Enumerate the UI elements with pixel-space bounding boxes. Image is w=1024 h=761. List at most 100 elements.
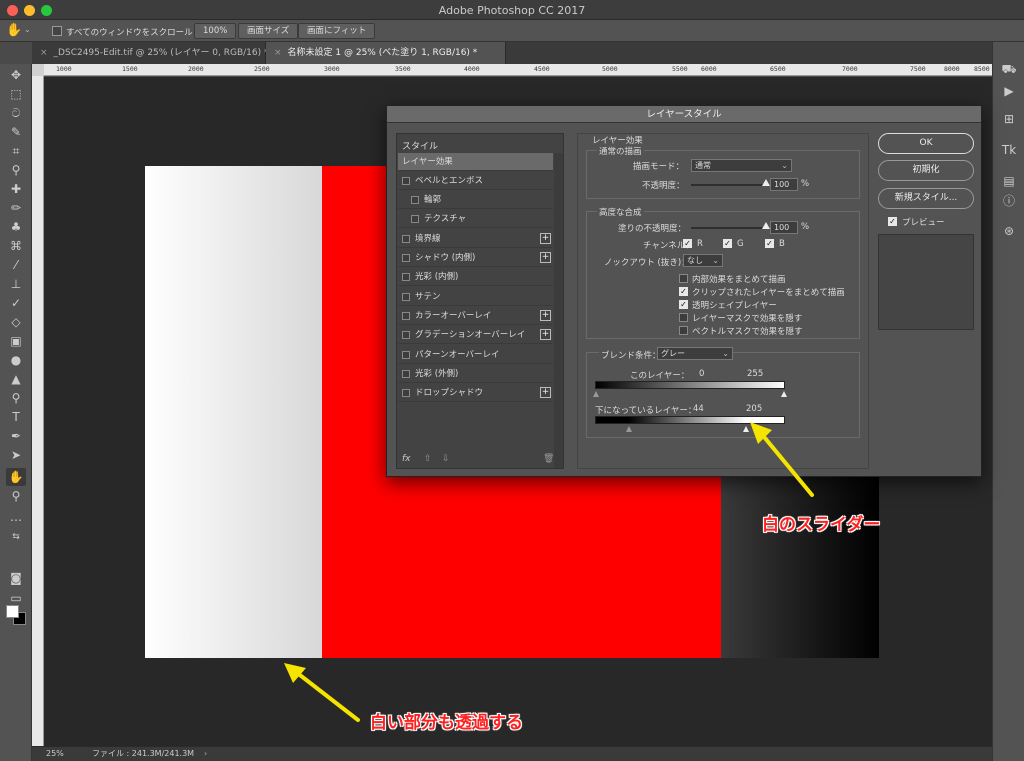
eyedropper-tool-icon[interactable]: ⚲ xyxy=(6,161,26,179)
channel-b-checkbox[interactable]: ✓ xyxy=(765,239,774,248)
style-checkbox[interactable] xyxy=(402,254,410,262)
pen-tool-icon[interactable]: ✒ xyxy=(6,427,26,445)
screen-mode-icon[interactable]: ▭ xyxy=(6,589,26,607)
style-checkbox[interactable] xyxy=(402,389,410,397)
add-effect-plus-icon[interactable]: + xyxy=(540,329,551,340)
style-checkbox[interactable] xyxy=(402,370,410,378)
style-checkbox[interactable] xyxy=(411,215,419,223)
style-item-satin[interactable]: サテン xyxy=(398,288,553,306)
hand-tool-icon[interactable]: ✋ xyxy=(6,23,22,38)
trash-icon[interactable]: 🗑 xyxy=(543,454,554,464)
info-panel-icon[interactable]: ⓘ xyxy=(999,192,1019,210)
style-item-gradient-overlay[interactable]: グラデーションオーバーレイ + xyxy=(398,326,553,344)
add-effect-plus-icon[interactable]: + xyxy=(540,233,551,244)
add-effect-plus-icon[interactable]: + xyxy=(540,310,551,321)
reset-button[interactable]: 初期化 xyxy=(878,160,974,181)
move-up-icon[interactable]: ⇧ xyxy=(424,454,432,464)
new-style-button[interactable]: 新規スタイル... xyxy=(878,188,974,209)
style-checkbox[interactable] xyxy=(402,293,410,301)
brush-settings-icon[interactable]: ⊛ xyxy=(999,222,1019,240)
tool-preset-chevron-icon[interactable]: ⌄ xyxy=(24,25,31,34)
blend-interior-checkbox[interactable] xyxy=(679,274,688,283)
actions-play-icon[interactable]: ▶ xyxy=(999,82,1019,100)
style-item-inner-shadow[interactable]: シャドウ (内側) + xyxy=(398,249,553,267)
opacity-input[interactable]: 100 xyxy=(770,178,798,191)
dodge-tool-icon[interactable]: ▲ xyxy=(6,370,26,388)
fit-screen-button[interactable]: 画面にフィット xyxy=(298,23,376,39)
clone-stamp-tool-icon[interactable]: ♣ xyxy=(6,218,26,236)
scroll-all-windows-checkbox[interactable] xyxy=(52,26,62,36)
style-checkbox[interactable] xyxy=(402,312,410,320)
brush-tool-icon[interactable]: ✏ xyxy=(6,199,26,217)
fill-opacity-input[interactable]: 100 xyxy=(770,221,798,234)
ok-button[interactable]: OK xyxy=(878,133,974,154)
fx-menu-icon[interactable]: fx xyxy=(402,454,411,464)
fill-opacity-slider-track[interactable] xyxy=(691,227,767,229)
healing-brush-tool-icon[interactable]: ✚ xyxy=(6,180,26,198)
style-list-scrollbar[interactable] xyxy=(554,153,563,468)
style-item-color-overlay[interactable]: カラーオーバーレイ + xyxy=(398,307,553,325)
gradient-tool-icon[interactable]: ▣ xyxy=(6,332,26,350)
add-effect-plus-icon[interactable]: + xyxy=(540,387,551,398)
add-effect-plus-icon[interactable]: + xyxy=(540,252,551,263)
fill-opacity-slider-knob[interactable] xyxy=(762,222,770,229)
properties-panel-icon[interactable]: ▤ xyxy=(999,172,1019,190)
style-item-stroke[interactable]: 境界線 + xyxy=(398,230,553,248)
this-layer-black-slider[interactable] xyxy=(593,391,599,397)
underlying-white-slider[interactable] xyxy=(743,426,749,432)
fit-screen-size-button[interactable]: 画面サイズ xyxy=(238,23,299,39)
lasso-tool-icon[interactable]: ට xyxy=(6,104,26,122)
swap-colors-icon[interactable]: ⇆ xyxy=(6,528,26,546)
close-tab-icon[interactable]: × xyxy=(40,48,48,58)
blend-mode-select[interactable]: 通常 ⌄ xyxy=(691,159,792,172)
channel-g-checkbox[interactable]: ✓ xyxy=(723,239,732,248)
style-item-inner-glow[interactable]: 光彩 (内側) xyxy=(398,268,553,286)
quick-mask-icon[interactable]: ◙ xyxy=(6,569,26,587)
status-menu-chevron-icon[interactable]: › xyxy=(204,747,207,761)
pen-search-tool-icon[interactable]: ⚲ xyxy=(6,389,26,407)
move-tool-icon[interactable]: ✥ xyxy=(6,66,26,84)
move-down-icon[interactable]: ⇩ xyxy=(442,454,450,464)
this-layer-white-slider[interactable] xyxy=(781,391,787,397)
eraser-tool-icon[interactable]: ◇ xyxy=(6,313,26,331)
style-checkbox[interactable] xyxy=(402,177,410,185)
style-checkbox[interactable] xyxy=(402,235,410,243)
quick-select-tool-icon[interactable]: ✎ xyxy=(6,123,26,141)
underlying-black-slider[interactable] xyxy=(626,426,632,432)
style-item-pattern-overlay[interactable]: パターンオーバーレイ xyxy=(398,346,553,364)
stamp-tool-icon[interactable]: ⊥ xyxy=(6,275,26,293)
marquee-tool-icon[interactable]: ⬚ xyxy=(6,85,26,103)
blend-if-select[interactable]: グレー ⌄ xyxy=(657,347,733,360)
close-tab-icon[interactable]: × xyxy=(274,48,282,58)
knockout-select[interactable]: なし ⌄ xyxy=(683,254,723,267)
style-checkbox[interactable] xyxy=(402,331,410,339)
ruler-origin[interactable] xyxy=(32,64,44,76)
brush-tool-icon[interactable]: ⁄ xyxy=(6,256,26,274)
zoom-100-button[interactable]: 100% xyxy=(194,23,237,39)
style-checkbox[interactable] xyxy=(402,351,410,359)
style-checkbox[interactable] xyxy=(402,273,410,281)
blend-clipped-checkbox[interactable]: ✓ xyxy=(679,287,688,296)
type-tool-icon[interactable]: T xyxy=(6,408,26,426)
tab-dsc2495[interactable]: × _DSC2495-Edit.tif @ 25% (レイヤー 0, RGB/16… xyxy=(32,42,269,64)
style-item-layer-effects[interactable]: レイヤー効果 xyxy=(398,153,553,171)
style-checkbox[interactable] xyxy=(411,196,419,204)
style-item-drop-shadow[interactable]: ドロップシャドウ + xyxy=(398,384,553,402)
opacity-slider-track[interactable] xyxy=(691,184,767,186)
transparency-shapes-checkbox[interactable]: ✓ xyxy=(679,300,688,309)
preview-checkbox[interactable]: ✓ xyxy=(888,217,897,226)
vector-mask-hides-checkbox[interactable] xyxy=(679,326,688,335)
hand-tool-icon[interactable]: ✋ xyxy=(6,468,26,486)
styles-header[interactable]: スタイル xyxy=(402,139,438,152)
crop-tool-icon[interactable]: ⌗ xyxy=(6,142,26,160)
style-item-bevel-emboss[interactable]: ベベルとエンボス xyxy=(398,172,553,190)
style-item-texture[interactable]: テクスチャ xyxy=(398,210,553,228)
zoom-level[interactable]: 25% xyxy=(46,747,64,761)
style-item-outer-glow[interactable]: 光彩 (外側) xyxy=(398,365,553,383)
more-tools-icon[interactable]: … xyxy=(6,508,26,526)
path-selection-tool-icon[interactable]: ➤ xyxy=(6,446,26,464)
layer-comps-icon[interactable]: ⊞ xyxy=(999,110,1019,128)
tab-untitled[interactable]: × 名称未設定 1 @ 25% (べた塗り 1, RGB/16) * xyxy=(266,42,506,64)
blur-tool-icon[interactable]: ● xyxy=(6,351,26,369)
layer-mask-hides-checkbox[interactable] xyxy=(679,313,688,322)
